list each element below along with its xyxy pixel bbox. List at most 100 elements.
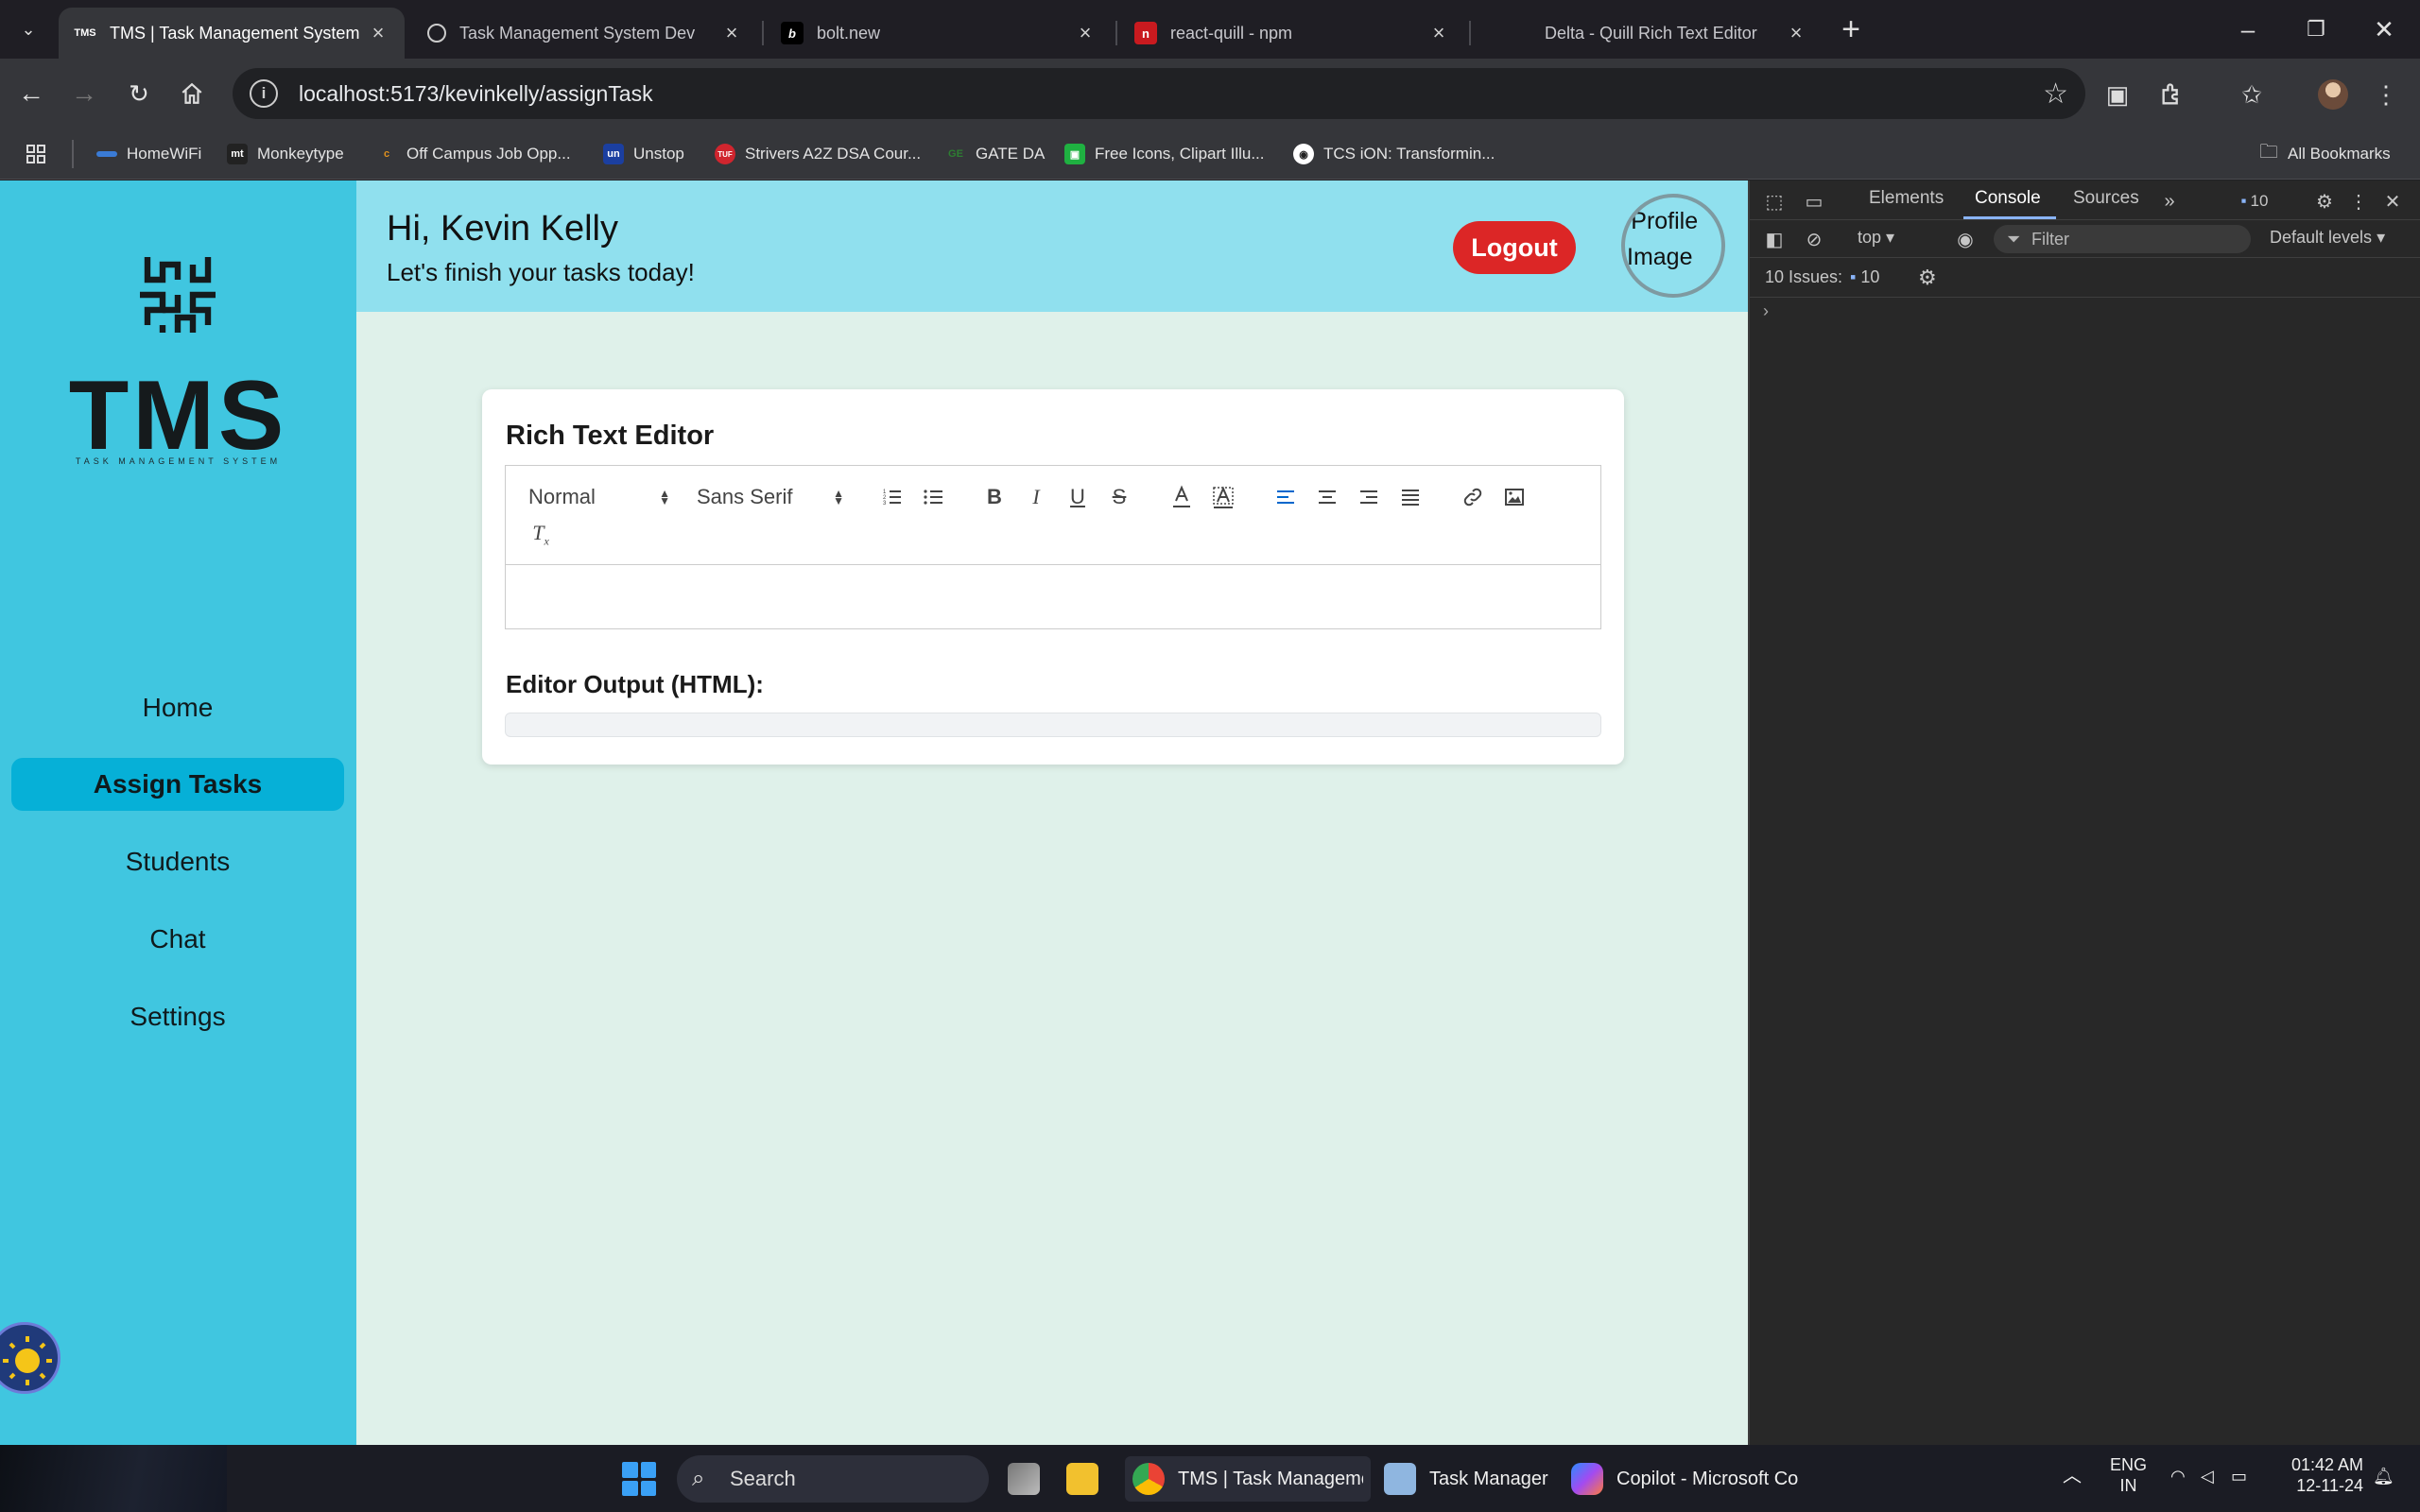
issues-badge[interactable]: ▪ 10 [2226,188,2283,215]
italic-button[interactable]: I [1022,483,1050,511]
taskbar-app-chrome[interactable]: TMS | Task Manageme [1125,1456,1371,1502]
clear-format-button[interactable]: Tx [527,521,555,549]
devtools-menu-icon[interactable]: ⋮ [2345,188,2372,215]
output-html-box [505,713,1601,737]
sidebar-item-students[interactable]: Students [11,835,344,888]
sidebar-item-home[interactable]: Home [11,681,344,734]
all-bookmarks-button[interactable]: 🗀 All Bookmarks [2259,140,2391,168]
sidebar-item-assign-tasks[interactable]: Assign Tasks [11,758,344,811]
taskbar-app-copilot[interactable]: Copilot - Microsoft Co [1571,1456,1802,1502]
editor-content-area[interactable] [505,564,1601,629]
tab-npm[interactable]: n react-quill - npm × [1119,8,1465,59]
cast-icon[interactable]: ▣ [2100,77,2135,112]
forward-button[interactable]: → [62,72,106,115]
bookmark-strivers[interactable]: TUF Strivers A2Z DSA Cour... [715,140,921,168]
bookmark-homewifi[interactable]: HomeWiFi [96,140,201,168]
heading-select[interactable]: Normal ▲ ▼ [528,483,670,511]
language-indicator[interactable]: ENG IN [2110,1454,2147,1496]
tab-search-dropdown[interactable]: ⌄ [9,13,47,45]
volume-icon[interactable]: ◁ [2201,1466,2214,1486]
wifi-icon[interactable]: ◠ [2170,1466,2186,1486]
clock[interactable]: 01:42 AM 12-11-24 [2269,1454,2363,1496]
show-hidden-icons-icon[interactable]: ︿ [2063,1466,2082,1486]
image-button[interactable] [1500,483,1529,511]
bookmark-icons8[interactable]: ▣ Free Icons, Clipart Illu... [1064,140,1265,168]
devtools-tab-elements[interactable]: Elements [1869,188,1944,209]
underline-button[interactable]: U [1063,483,1092,511]
url-text[interactable]: localhost:5173/kevinkelly/assignTask [299,81,653,107]
text-color-button[interactable] [1167,483,1196,511]
bookmark-unstop[interactable]: un Unstop [603,140,684,168]
font-select[interactable]: Sans Serif ▲ ▼ [697,483,844,511]
align-left-button[interactable] [1271,483,1300,511]
issues-settings-icon[interactable]: ⚙ [1918,266,1937,290]
extensions-icon[interactable] [2155,77,2189,112]
align-justify-button[interactable] [1396,483,1425,511]
close-icon[interactable]: × [720,21,743,45]
start-button[interactable] [622,1462,656,1496]
task-view-button[interactable] [1008,1456,1053,1502]
new-tab-button[interactable]: + [1832,13,1870,47]
taskbar-app-task-manager[interactable]: Task Manager [1384,1456,1548,1502]
devtools-tab-sources[interactable]: Sources [2073,188,2139,209]
taskbar-search[interactable]: ⌕ Search [677,1455,989,1503]
strike-button[interactable]: S [1105,483,1133,511]
more-tabs-icon[interactable]: » [2156,188,2183,215]
bookmark-monkeytype[interactable]: mt Monkeytype [227,140,344,168]
align-center-button[interactable] [1313,483,1341,511]
sidebar-toggle-icon[interactable]: ◧ [1761,226,1788,252]
issues-label: 10 Issues: [1765,267,1843,286]
console-prompt-chevron-icon[interactable]: › [1763,301,1769,321]
minimize-button[interactable]: – [2220,8,2276,51]
logout-button[interactable]: Logout [1453,221,1576,274]
issues-link[interactable]: ▪ 10 [1850,267,1879,287]
settings-gear-icon[interactable]: ⚙ [2311,188,2338,215]
battery-icon[interactable]: ▭ [2231,1466,2247,1486]
close-devtools-icon[interactable]: ✕ [2379,188,2406,215]
bookmark-star-icon[interactable]: ☆ [2043,77,2068,111]
inspect-element-icon[interactable]: ⬚ [1761,188,1788,215]
theme-toggle-button[interactable] [0,1322,60,1394]
tab-quill[interactable]: Delta - Quill Rich Text Editor × [1473,8,1823,59]
restore-button[interactable]: ❐ [2288,8,2344,51]
site-info-icon[interactable]: i [250,79,278,108]
context-select[interactable]: top ▾ [1858,228,1894,248]
close-icon[interactable]: × [1785,21,1807,45]
live-expression-eye-icon[interactable]: ◉ [1952,226,1979,252]
close-icon[interactable]: × [1074,21,1097,45]
bookmark-gate[interactable]: GE GATE DA [945,140,1045,168]
sidebar-item-chat[interactable]: Chat [11,913,344,966]
close-window-button[interactable]: ✕ [2356,8,2412,51]
device-toolbar-icon[interactable]: ▭ [1801,188,1827,215]
clear-console-icon[interactable]: ⊘ [1801,226,1827,252]
tab-dev[interactable]: Task Management System Dev × [412,8,758,59]
bullet-list-button[interactable] [920,483,948,511]
background-color-button[interactable] [1209,483,1237,511]
back-button[interactable]: ← [9,72,53,115]
file-explorer-button[interactable] [1066,1456,1112,1502]
close-icon[interactable]: × [1427,21,1450,45]
tcs-icon: ◉ [1293,144,1314,164]
sidebar-item-settings[interactable]: Settings [11,990,344,1043]
apps-grid-icon[interactable] [25,140,47,168]
log-levels-select[interactable]: Default levels ▾ [2270,228,2385,248]
address-bar[interactable]: i localhost:5173/kevinkelly/assignTask ☆ [233,68,2085,119]
ordered-list-button[interactable]: 123 [878,483,907,511]
bookmark-offcampus[interactable]: c Off Campus Job Opp... [376,140,571,168]
menu-icon[interactable]: ⋮ [2369,77,2403,112]
home-button[interactable] [170,72,214,115]
close-icon[interactable]: × [367,21,389,45]
link-button[interactable] [1459,483,1487,511]
notification-bell-icon[interactable]: 🔔︎ [2373,1466,2394,1486]
tab-bolt[interactable]: b bolt.new × [766,8,1112,59]
devtools-tab-console[interactable]: Console [1975,188,2041,209]
tab-tms[interactable]: TMS TMS | Task Management System × [59,8,405,59]
console-filter-input[interactable]: ⏷ Filter [1994,225,2251,253]
profile-image[interactable]: ▫Profile Image [1621,194,1725,298]
reload-button[interactable]: ↻ [117,72,161,115]
bold-button[interactable]: B [980,483,1009,511]
favorites-icon[interactable]: ✩ [2235,77,2269,112]
align-right-button[interactable] [1355,483,1383,511]
profile-avatar[interactable] [2318,79,2348,110]
bookmark-tcs[interactable]: ◉ TCS iON: Transformin... [1293,140,1495,168]
